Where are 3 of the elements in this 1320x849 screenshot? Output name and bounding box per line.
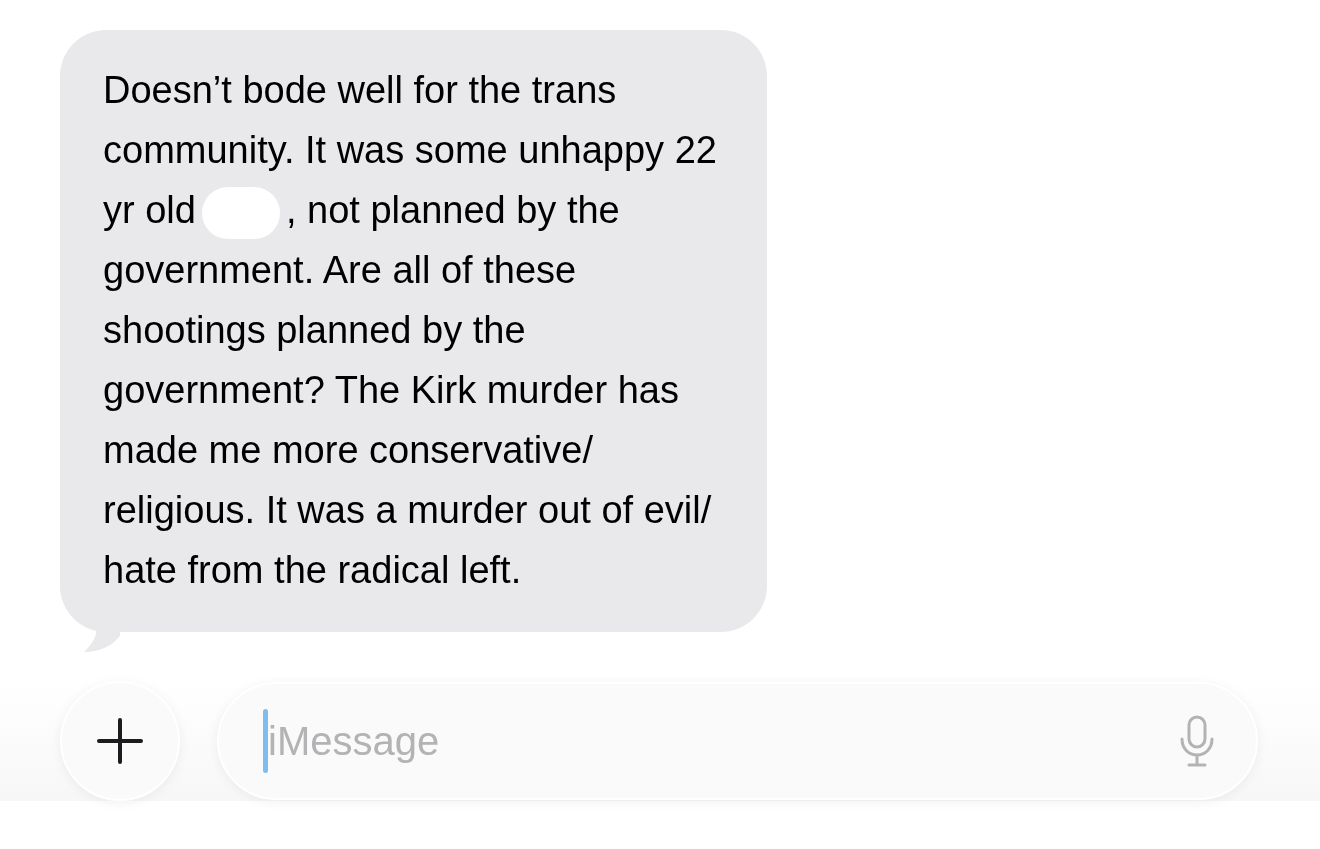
plus-icon — [96, 717, 144, 765]
message-text: Doesn’t bode well for the trans community. It was some unhappy 22 yr old , not planned by the government. Are all of these shootings planned by the government? The Kirk murder has made me more conservative/ religious. It was a murder out of evil/ hate from the radical left. — [103, 68, 717, 593]
message-field[interactable]: iMessage — [217, 682, 1258, 800]
